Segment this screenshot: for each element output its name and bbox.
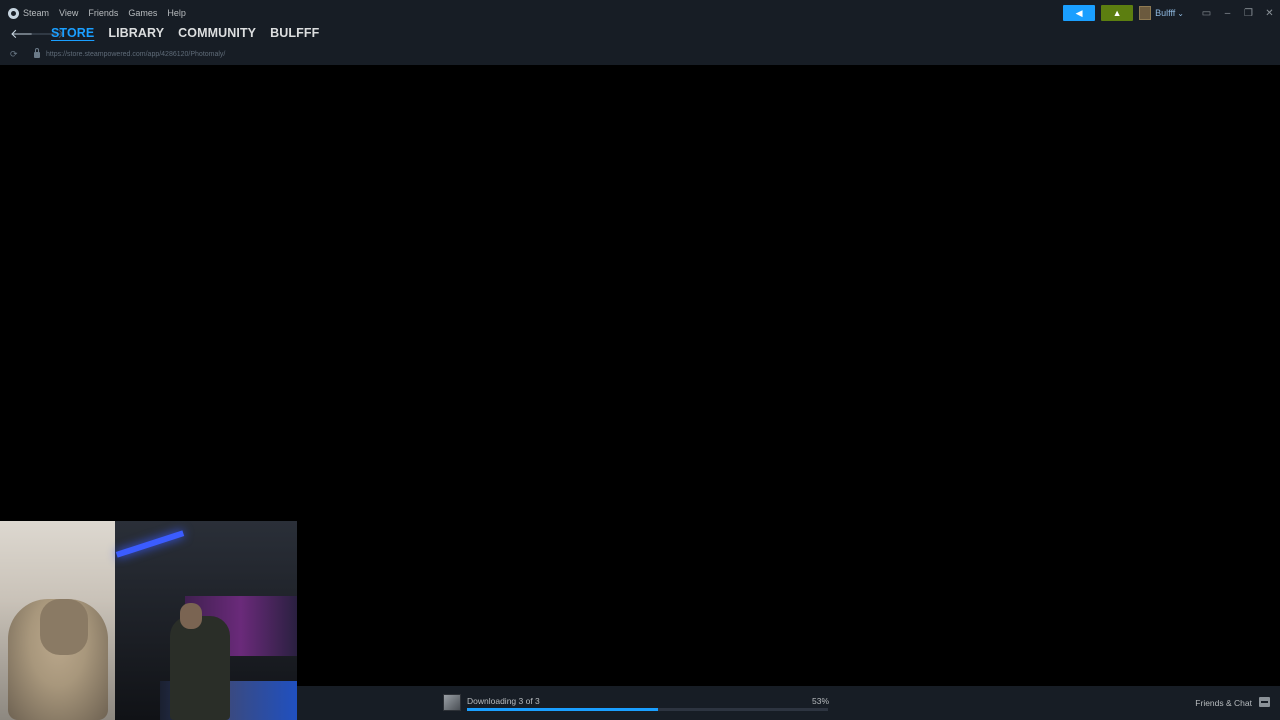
menu-item-view[interactable]: View [59,8,78,18]
menu-item-label: Steam [23,8,50,18]
tab-community[interactable]: COMMUNITY [178,26,256,40]
webcam-person-background [170,616,230,720]
main-menu: Steam View Friends Games Help [8,5,196,21]
minimize-icon[interactable]: – [1217,8,1238,19]
menu-item-help[interactable]: Help [167,8,186,18]
bell-icon: ▲ [1112,8,1122,18]
close-icon[interactable]: ✕ [1259,8,1280,19]
navigation-bar: 🡐 🡒 STORE LIBRARY COMMUNITY BULFFF ⟳ htt… [0,24,1280,65]
webcam-person-background-head [180,603,202,629]
big-picture-mode-icon[interactable]: ▭ [1196,8,1217,19]
main-tabs: STORE LIBRARY COMMUNITY BULFFF [51,26,319,40]
menu-item-friends[interactable]: Friends [88,8,118,18]
download-status-label[interactable]: Downloading 3 of 3 [467,696,540,706]
reload-icon[interactable]: ⟳ [10,49,24,60]
download-progress-fill [467,708,659,711]
tab-library[interactable]: LIBRARY [108,26,164,40]
url-bar: ⟳ https://store.steampowered.com/app/428… [0,48,225,60]
menu-item-games[interactable]: Games [128,8,157,18]
tab-profile[interactable]: BULFFF [270,26,319,40]
account-name[interactable]: Bulfff [1155,8,1175,18]
tab-store[interactable]: STORE [51,26,94,40]
webcam-person-foreground-head [40,599,88,655]
download-game-thumbnail[interactable] [443,694,461,711]
notifications-button[interactable]: ▲ [1101,5,1134,21]
friends-chat-button[interactable]: Friends & Chat [1195,698,1252,708]
steam-logo-icon [8,7,19,19]
menu-item-steam[interactable]: Steam [8,7,50,19]
lock-icon [34,48,40,58]
chevron-down-icon[interactable]: ⌄ [1177,9,1184,18]
webcam-overlay [0,521,297,720]
friends-chat-icon[interactable] [1259,697,1270,707]
announcements-button[interactable]: ◀ [1063,5,1096,21]
avatar[interactable] [1139,6,1152,20]
title-menu-bar: Steam View Friends Games Help ◀ ▲ Bulfff… [0,0,1280,24]
megaphone-icon: ◀ [1075,7,1083,18]
download-percent: 53% [812,696,830,706]
download-progress-bar[interactable] [467,708,828,711]
restore-icon[interactable]: ❐ [1238,8,1259,19]
page-url[interactable]: https://store.steampowered.com/app/42861… [46,51,225,58]
steam-client-window: Steam View Friends Games Help ◀ ▲ Bulfff… [0,0,1280,720]
titlebar-right-controls: ◀ ▲ Bulfff ⌄ ▭ – ❐ ✕ [1063,5,1280,21]
